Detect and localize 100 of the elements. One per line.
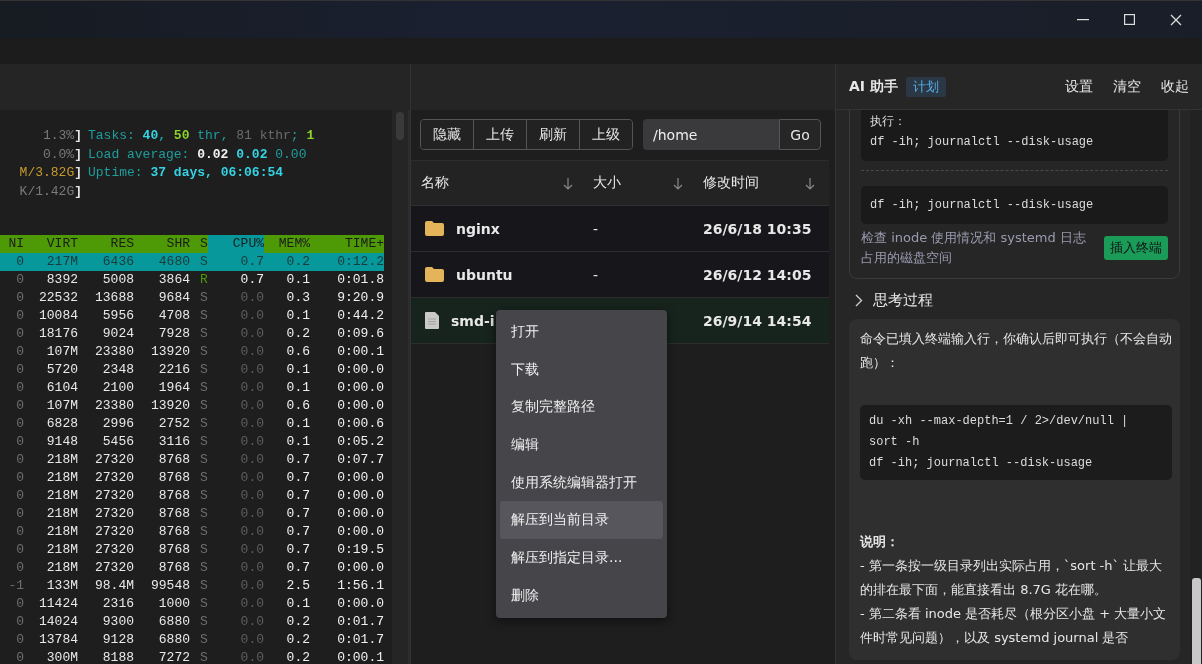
- message-text: 命令已填入终端输入行，你确认后即可执行（不会自动跑）：: [860, 330, 1172, 372]
- process-cell-text: 9:20.9: [336, 289, 384, 307]
- process-cell-text: 9024: [101, 325, 134, 343]
- process-cell-text: 0:00.1: [336, 343, 384, 361]
- process-cell-text: 0.0: [239, 343, 264, 361]
- process-cell-text: 0.0: [239, 451, 264, 469]
- process-cell-text: 8768: [157, 523, 190, 541]
- process-cell-text: 0.0: [239, 397, 264, 415]
- process-cell-text: 0: [15, 253, 24, 271]
- process-cell-text: 0:00.0: [336, 595, 384, 613]
- process-cell-text: 0.0: [239, 523, 264, 541]
- process-cell-text: 0.0: [239, 595, 264, 613]
- process-cell-text: 0:00.0: [336, 523, 384, 541]
- process-cell-text: 8392: [45, 271, 78, 289]
- process-cell-text: 218M: [45, 559, 78, 577]
- note-text: - 第一条按一级目录列出实际占用，`sort -h` 让最大的排在最下面，能直接看出 8.7G 花在哪。: [860, 557, 1164, 599]
- process-cell-text: 0.1: [285, 433, 310, 451]
- info-text: Load average:: [88, 146, 191, 162]
- process-cell-text: 9300: [101, 613, 134, 631]
- process-cell-text: 0: [15, 505, 24, 523]
- process-cell-text: 0.0: [239, 577, 264, 595]
- info-text: 1: [306, 128, 315, 143]
- description-text: 检查 inode 使用情况和 systemd 日志占用的磁盘空间: [861, 229, 1087, 267]
- process-cell-text: 98.4M: [94, 577, 134, 595]
- process-cell-text: 0.0: [239, 415, 264, 433]
- process-cell-text: S: [199, 631, 208, 649]
- process-cell-text: 0.0: [239, 433, 264, 451]
- process-cell-text: 0.1: [285, 307, 310, 325]
- process-cell-text: 218M: [45, 523, 78, 541]
- process-cell-text: 5456: [101, 433, 134, 451]
- process-cell-text: 0: [15, 469, 24, 487]
- process-cell-text: 218M: [45, 541, 78, 559]
- process-cell-text: 23380: [94, 397, 134, 415]
- info-text: 0.02: [236, 146, 269, 162]
- process-cell-text: 13920: [150, 343, 190, 361]
- process-cell-text: 6828: [45, 415, 78, 433]
- meter-text: ]: [74, 128, 82, 143]
- process-cell-text: 27320: [94, 451, 134, 469]
- process-cell-text: 10084: [38, 307, 78, 325]
- process-cell-text: 0: [15, 271, 24, 289]
- process-cell-text: 5008: [101, 271, 134, 289]
- info-text: 0.02: [197, 146, 230, 162]
- process-cell-text: 9148: [45, 433, 78, 451]
- info-text: 0.00: [275, 146, 307, 162]
- process-cell-text: 0.0: [239, 361, 264, 379]
- process-cell-text: 0.7: [285, 559, 310, 577]
- modified-time: 26/6/18 10:35: [703, 220, 812, 237]
- process-cell-text: 27320: [94, 559, 134, 577]
- process-cell-text: 7928: [157, 325, 190, 343]
- process-cell-text: 4680: [157, 253, 190, 271]
- process-cell-text: 218M: [45, 469, 78, 487]
- process-cell-text: 0:00.0: [336, 397, 384, 415]
- process-cell-text: 0.7: [285, 451, 310, 469]
- process-cell-text: S: [199, 361, 208, 379]
- meter-text: K/1.42G: [19, 183, 75, 199]
- info-text: Uptime:: [88, 165, 144, 180]
- process-cell-text: 0: [15, 307, 24, 325]
- process-cell-text: 0: [15, 415, 24, 433]
- info-text: 37 days, 06:06:54: [150, 165, 284, 180]
- info-text: 40: [142, 128, 159, 143]
- process-cell-text: 0.1: [285, 361, 310, 379]
- process-cell-text: S: [199, 469, 208, 487]
- file-name: nginx: [456, 220, 500, 237]
- process-cell-text: 2752: [157, 415, 190, 433]
- process-cell-text: 2.5: [285, 577, 310, 595]
- process-cell-text: 0:00.0: [336, 361, 384, 379]
- process-cell-text: 0:00.0: [336, 469, 384, 487]
- process-cell-text: 0:19.5: [336, 541, 384, 559]
- note-text: - 第二条看 inode 是否耗尽（根分区小盘 + 大量小文件时常见问题），以及 systemd journal 是否: [860, 605, 1168, 647]
- info-text: thr,: [196, 128, 230, 143]
- process-cell-text: 27320: [94, 505, 134, 523]
- process-cell-text: 0: [15, 631, 24, 649]
- info-text: 81 kthr: [236, 128, 291, 143]
- process-cell-text: 0.0: [239, 649, 264, 664]
- process-cell-text: S: [199, 487, 208, 505]
- process-cell-text: 4708: [157, 307, 190, 325]
- process-cell-text: 8188: [101, 649, 134, 664]
- process-cell-text: 8768: [157, 541, 190, 559]
- process-cell-text: 0.3: [285, 289, 310, 307]
- process-cell-text: S: [199, 433, 208, 451]
- process-cell-text: 217M: [45, 253, 78, 271]
- process-cell-text: 0: [15, 433, 24, 451]
- process-cell-text: 2100: [101, 379, 134, 397]
- process-cell-text: 0.2: [285, 613, 310, 631]
- modified-time: 26/9/14 14:54: [703, 312, 812, 329]
- process-cell-text: S: [199, 307, 208, 325]
- process-cell-text: 2316: [101, 595, 134, 613]
- process-cell-text: 0:44.2: [336, 307, 384, 325]
- process-cell-text: 27320: [94, 523, 134, 541]
- process-cell-text: 11424: [38, 595, 78, 613]
- process-cell-text: 0.0: [239, 379, 264, 397]
- process-cell-text: 0: [15, 613, 24, 631]
- meter-text: 0.0%: [42, 146, 75, 162]
- process-cell-text: 0.1: [285, 595, 310, 613]
- process-cell-text: S: [199, 325, 208, 343]
- process-cell-text: S: [199, 595, 208, 613]
- process-cell-text: 8768: [157, 559, 190, 577]
- process-cell-text: 3864: [157, 271, 190, 289]
- process-cell-text: 0:12.2: [336, 253, 384, 271]
- process-cell-text: 13920: [150, 397, 190, 415]
